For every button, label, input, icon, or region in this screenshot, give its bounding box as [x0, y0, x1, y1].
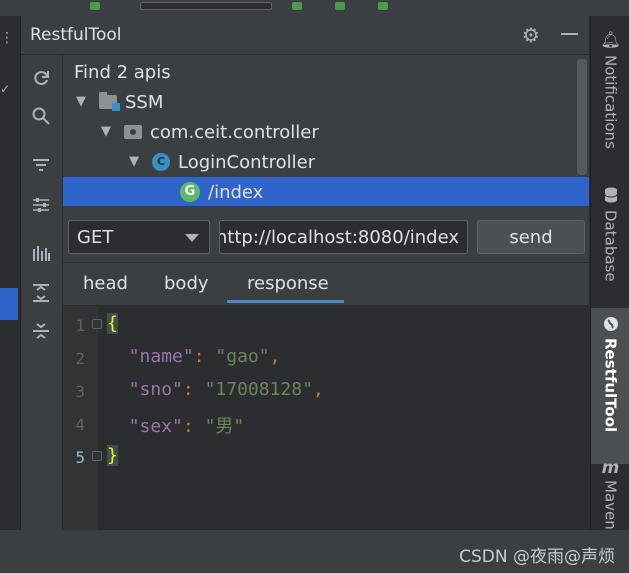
json-colon: :: [182, 379, 205, 400]
check-icon: ✓: [0, 82, 11, 96]
refresh-icon[interactable]: [29, 66, 53, 90]
json-key: "name": [128, 346, 194, 367]
api-count-label: Find 2 apis: [63, 57, 586, 87]
fold-marker-icon[interactable]: [92, 319, 102, 329]
stripe-label: Notifications: [601, 55, 620, 149]
expand-all-icon[interactable]: [29, 281, 53, 305]
api-count-text: Find 2 apis: [74, 61, 171, 83]
tree-node-label: SSM: [125, 91, 164, 113]
code-line: "sex": "男": [107, 412, 245, 438]
tree-node-label: /index: [208, 181, 264, 203]
line-number: 3: [75, 382, 85, 401]
menu-dots-icon[interactable]: ⋮: [0, 30, 14, 50]
tree-scrollbar[interactable]: [577, 59, 587, 175]
filter-icon[interactable]: [29, 153, 53, 177]
bar-chart-icon[interactable]: [29, 241, 53, 265]
globe-icon: [603, 317, 618, 331]
profile-icon[interactable]: [378, 2, 388, 10]
tree-node-module[interactable]: ▼ SSM: [63, 87, 585, 117]
project-selection-marker: [0, 288, 18, 320]
tool-window-title: RestfulTool: [30, 25, 122, 45]
stripe-label: Database: [601, 210, 620, 282]
json-comma: ,: [269, 346, 281, 367]
http-method-value: GET: [77, 226, 114, 248]
tool-window-header: RestfulTool ⚙: [21, 16, 589, 55]
json-brace: }: [107, 445, 118, 466]
chevron-down-icon[interactable]: [185, 234, 199, 242]
line-number: 4: [75, 415, 85, 434]
url-input[interactable]: http://localhost:8080/index: [219, 220, 468, 254]
stripe-database[interactable]: Database: [591, 186, 629, 306]
tab-body[interactable]: body: [164, 273, 209, 294]
line-number-gutter: 1 2 3 4 5: [63, 306, 102, 530]
tab-head[interactable]: head: [83, 273, 128, 294]
line-number: 1: [75, 316, 85, 335]
fold-marker-icon[interactable]: [92, 451, 102, 461]
http-method-select[interactable]: GET: [68, 220, 210, 254]
stripe-maven[interactable]: m Maven: [591, 458, 629, 530]
active-tab-underline: [227, 300, 344, 303]
coverage-icon[interactable]: [335, 2, 345, 10]
tab-response[interactable]: response: [247, 273, 329, 294]
request-tabs: head body response: [63, 263, 589, 306]
request-bar: GET http://localhost:8080/index send: [63, 206, 589, 262]
chevron-down-icon[interactable]: ▼: [126, 154, 142, 170]
json-colon: :: [193, 346, 216, 367]
bell-icon: 🔔︎: [600, 30, 621, 49]
tree-node-label: com.ceit.controller: [150, 121, 319, 143]
json-colon: :: [182, 416, 205, 437]
project-side-edge: ⋮ ✓: [0, 16, 21, 530]
run-icon[interactable]: [90, 2, 100, 10]
run-configuration-selector[interactable]: [140, 2, 272, 10]
json-comma: ,: [312, 379, 324, 400]
json-value: "17008128": [204, 379, 313, 400]
code-line: {: [107, 313, 118, 334]
response-editor[interactable]: 1 2 3 4 5 { "name": "gao", "sno": "17008…: [63, 306, 589, 530]
chevron-down-icon[interactable]: ▼: [98, 124, 114, 140]
json-brace: {: [107, 313, 118, 334]
code-line: "sno": "17008128",: [107, 379, 324, 400]
csdn-watermark: CSDN @夜雨@声烦: [459, 547, 615, 567]
send-button-label: send: [509, 226, 553, 248]
json-key: "sex": [128, 416, 183, 437]
json-key: "sno": [128, 379, 183, 400]
tree-node-class[interactable]: ▼ C LoginController: [63, 147, 629, 177]
top-toolbar-strip: [0, 0, 629, 16]
chevron-down-icon[interactable]: ▼: [73, 94, 89, 110]
class-icon: C: [152, 153, 170, 171]
code-line: "name": "gao",: [107, 346, 281, 367]
stripe-label: Maven: [601, 480, 620, 530]
api-tree: Find 2 apis ▼ SSM ▼ com.ceit.controller …: [63, 55, 589, 207]
code-line: }: [107, 445, 118, 466]
json-value: "gao": [215, 346, 270, 367]
stripe-notifications[interactable]: 🔔︎ Notifications: [591, 30, 629, 180]
maven-icon: m: [601, 458, 620, 478]
debug-icon[interactable]: [292, 2, 302, 10]
database-icon: [604, 187, 617, 203]
tree-node-endpoint-selected[interactable]: G /index: [63, 177, 589, 207]
send-button[interactable]: send: [477, 220, 585, 254]
line-number: 5: [75, 448, 85, 467]
stripe-restfultool[interactable]: RestfulTool: [591, 308, 629, 464]
stripe-label: RestfulTool: [601, 338, 620, 433]
url-value: http://localhost:8080/index: [219, 226, 459, 248]
tree-node-label: LoginController: [178, 151, 316, 173]
json-value: "男": [204, 416, 245, 437]
tree-node-package[interactable]: ▼ com.ceit.controller: [63, 117, 610, 147]
gear-icon[interactable]: ⚙: [522, 23, 540, 47]
search-icon[interactable]: [29, 104, 53, 128]
bottom-status-area: CSDN @夜雨@声烦: [0, 530, 629, 573]
right-tool-stripe: 🔔︎ Notifications Database RestfulTool m …: [590, 16, 629, 530]
minimize-icon[interactable]: [561, 33, 578, 35]
module-folder-icon: [99, 92, 120, 111]
settings-sliders-icon[interactable]: [29, 193, 53, 217]
collapse-all-icon[interactable]: [29, 319, 53, 343]
package-icon: [124, 125, 142, 139]
tool-window-actions: [21, 55, 63, 530]
get-method-icon: G: [180, 182, 200, 202]
line-number: 2: [75, 349, 85, 368]
